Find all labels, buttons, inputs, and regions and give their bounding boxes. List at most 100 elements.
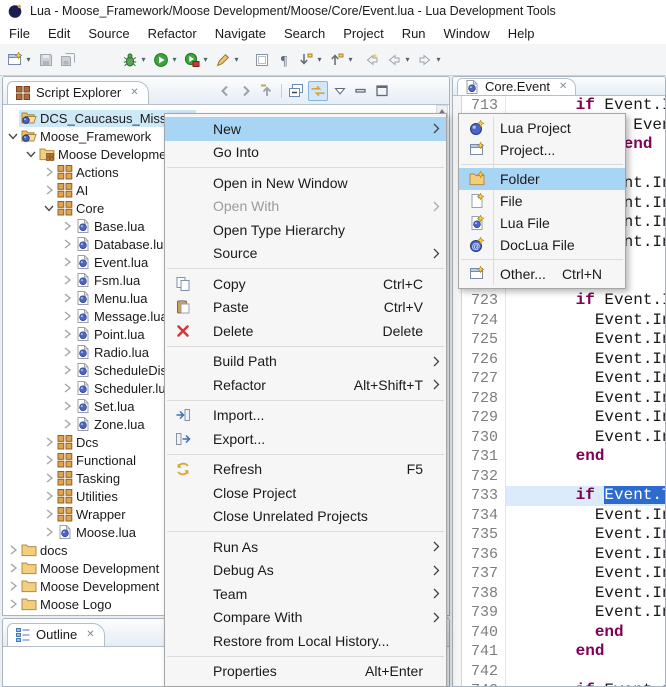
new-submenu-item-doclua-file[interactable]: @DocLua File (459, 234, 625, 256)
chevron-collapsed-icon[interactable] (60, 310, 73, 323)
new-wizard-button[interactable]: ▾ (4, 48, 35, 72)
back-button[interactable]: ▾ (383, 48, 414, 72)
new-submenu-item-lua-file[interactable]: Lua File (459, 212, 625, 234)
context-menu-item-export[interactable]: Export... (165, 427, 446, 451)
line-number[interactable]: 734 (462, 506, 498, 526)
dropdown-caret-icon[interactable]: ▾ (139, 55, 148, 64)
link-with-editor-button[interactable] (308, 81, 328, 101)
code-line[interactable]: if Event.target then (506, 681, 665, 687)
context-menu-item-team[interactable]: Team (165, 582, 446, 606)
menubar-item-file[interactable]: File (0, 24, 39, 43)
tab-core-event[interactable]: Core.Event ✕ (457, 78, 576, 95)
code-line[interactable]: end (506, 623, 665, 643)
code-line[interactable]: Event.IniGroup = GROUP:FindByName( Event… (506, 350, 665, 370)
context-menu-item-go-into[interactable]: Go Into (165, 141, 446, 165)
context-menu-item-run-as[interactable]: Run As (165, 535, 446, 559)
code-line[interactable]: if Event.TgtDCSUnit then (506, 486, 665, 506)
menubar-item-run[interactable]: Run (393, 24, 435, 43)
chevron-collapsed-icon[interactable] (60, 382, 73, 395)
context-menu-item-properties[interactable]: PropertiesAlt+Enter (165, 660, 446, 684)
close-icon[interactable]: ✕ (86, 629, 94, 640)
menubar-item-navigate[interactable]: Navigate (206, 24, 275, 43)
dropdown-caret-icon[interactable]: ▾ (232, 55, 241, 64)
prev-annotation-button[interactable]: ▾ (326, 48, 357, 72)
line-number[interactable]: 730 (462, 428, 498, 448)
line-number[interactable]: 737 (462, 564, 498, 584)
menubar-item-project[interactable]: Project (334, 24, 392, 43)
code-line[interactable]: if Event.IniDCSGroup then (506, 291, 665, 311)
dropdown-caret-icon[interactable]: ▾ (170, 55, 179, 64)
chevron-collapsed-icon[interactable] (60, 274, 73, 287)
chevron-collapsed-icon[interactable] (60, 238, 73, 251)
dropdown-caret-icon[interactable]: ▾ (315, 55, 324, 64)
debug-button[interactable]: ▾ (119, 48, 150, 72)
chevron-collapsed-icon[interactable] (60, 256, 73, 269)
dropdown-caret-icon[interactable]: ▾ (434, 55, 443, 64)
close-icon[interactable]: ✕ (559, 81, 567, 92)
coverage-button[interactable]: ▾ (181, 48, 212, 72)
save-all-button[interactable] (57, 48, 79, 72)
new-submenu-item-folder[interactable]: Folder (459, 168, 625, 190)
menubar-item-help[interactable]: Help (499, 24, 544, 43)
context-menu-item-open-with[interactable]: Open With (165, 195, 446, 219)
chevron-collapsed-icon[interactable] (6, 562, 19, 575)
new-submenu-item-file[interactable]: File (459, 190, 625, 212)
chevron-collapsed-icon[interactable] (60, 418, 73, 431)
line-number[interactable]: 724 (462, 311, 498, 331)
context-menu-item-refresh[interactable]: RefreshF5 (165, 458, 446, 482)
tab-script-explorer[interactable]: Script Explorer ✕ (7, 81, 149, 104)
line-number[interactable]: 731 (462, 447, 498, 467)
context-menu-item-compare-with[interactable]: Compare With (165, 606, 446, 630)
menubar-item-window[interactable]: Window (435, 24, 499, 43)
next-annotation-button[interactable]: ▾ (295, 48, 326, 72)
menubar-item-search[interactable]: Search (275, 24, 334, 43)
chevron-collapsed-icon[interactable] (60, 364, 73, 377)
new-submenu-item-other[interactable]: Other...Ctrl+N (459, 263, 625, 285)
code-line[interactable]: Event.IniGroupName = Event.IniDCSGroupNa… (506, 330, 665, 350)
context-menu-item-new[interactable]: New (165, 117, 446, 141)
context-menu-item-debug-as[interactable]: Debug As (165, 559, 446, 583)
line-number[interactable]: 742 (462, 662, 498, 682)
chevron-collapsed-icon[interactable] (6, 616, 19, 617)
maximize-button[interactable] (373, 82, 391, 100)
chevron-collapsed-icon[interactable] (60, 220, 73, 233)
line-number[interactable]: 740 (462, 623, 498, 643)
chevron-collapsed-icon[interactable] (42, 508, 55, 521)
mark-occurrences-button[interactable] (251, 48, 273, 72)
chevron-collapsed-icon[interactable] (60, 400, 73, 413)
chevron-collapsed-icon[interactable] (6, 598, 19, 611)
context-menu-item-open-type-hierarchy[interactable]: Open Type Hierarchy (165, 218, 446, 242)
chevron-collapsed-icon[interactable] (60, 328, 73, 341)
chevron-collapsed-icon[interactable] (42, 436, 55, 449)
line-number[interactable]: 726 (462, 350, 498, 370)
line-number[interactable]: 743 (462, 681, 498, 687)
external-tools-button[interactable]: ▾ (212, 48, 243, 72)
chevron-collapsed-icon[interactable] (42, 472, 55, 485)
menubar-item-source[interactable]: Source (79, 24, 138, 43)
code-line[interactable]: end (506, 642, 665, 662)
line-number[interactable]: 733 (462, 486, 498, 506)
context-menu-item-close-project[interactable]: Close Project (165, 481, 446, 505)
view-forward-button[interactable] (237, 82, 255, 100)
view-menu-button[interactable] (331, 82, 349, 100)
code-line[interactable]: Event.IniDCSGroupName = Event.IniDCSGrou… (506, 369, 665, 389)
dropdown-caret-icon[interactable]: ▾ (24, 55, 33, 64)
close-icon[interactable]: ✕ (130, 87, 138, 98)
context-menu-item-close-unrelated-projects[interactable]: Close Unrelated Projects (165, 505, 446, 529)
code-line[interactable]: Event.IniGroupName = Event.IniDCSGroupNa… (506, 603, 665, 623)
context-menu-item-delete[interactable]: DeleteDelete (165, 319, 446, 343)
context-menu-item-restore-from-local-history[interactable]: Restore from Local History... (165, 629, 446, 653)
new-submenu-item-project[interactable]: Project... (459, 139, 625, 161)
line-number[interactable]: 739 (462, 603, 498, 623)
chevron-collapsed-icon[interactable] (42, 166, 55, 179)
tab-outline[interactable]: Outline ✕ (7, 623, 105, 646)
view-up-button[interactable] (258, 82, 276, 100)
context-menu-item-open-in-new-window[interactable]: Open in New Window (165, 171, 446, 195)
dropdown-caret-icon[interactable]: ▾ (201, 55, 210, 64)
code-line[interactable]: end (506, 447, 665, 467)
code-line[interactable]: Event.IniGroupName = Event.IniDCSGroupNa… (506, 389, 665, 409)
chevron-collapsed-icon[interactable] (42, 490, 55, 503)
menubar-item-refactor[interactable]: Refactor (139, 24, 206, 43)
chevron-collapsed-icon[interactable] (42, 454, 55, 467)
code-line[interactable]: Event.IniDCSGroupName = Event.IniDCSGrou… (506, 584, 665, 604)
